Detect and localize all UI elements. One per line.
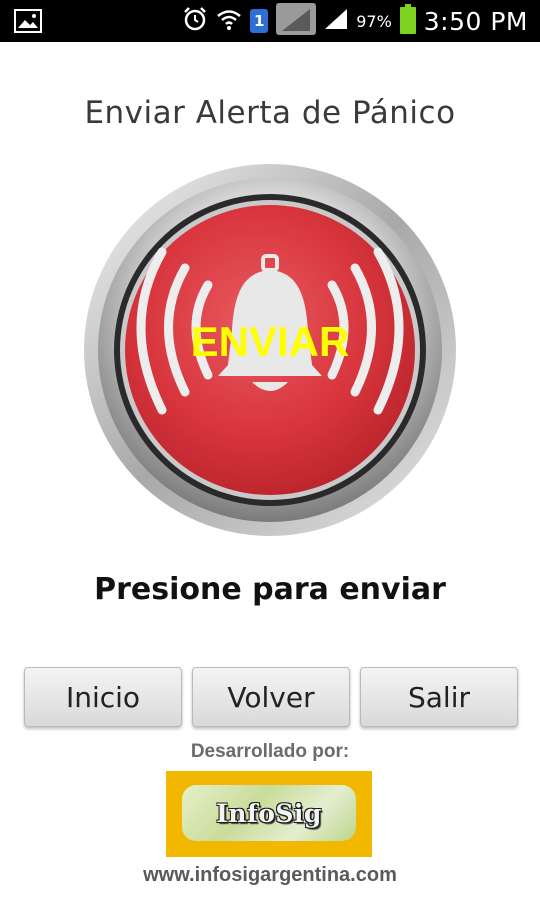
logo-text: InfoSig [216,798,322,828]
page-title: Enviar Alerta de Pánico [84,95,456,131]
battery-percent: 97% [356,11,392,31]
wifi-icon [216,7,242,35]
infosig-logo: InfoSig [166,771,372,857]
sim-icon: 1 [250,9,269,33]
instruction-text: Presione para enviar [94,572,446,607]
developed-by-label: Desarrollado por: [190,741,350,762]
salir-button[interactable]: Salir [360,667,518,727]
inicio-button[interactable]: Inicio [24,667,182,727]
logo-badge: InfoSig [182,785,356,841]
website-link[interactable]: www.infosigargentina.com [0,864,540,887]
alarm-button-label: ENVIAR [190,318,350,365]
clock-time: 3:50 PM [423,6,528,36]
signal-icon [324,8,348,34]
volver-button[interactable]: Volver [192,667,350,727]
panic-alarm-button[interactable]: ENVIAR [80,160,460,540]
image-icon [14,9,42,37]
alarm-clock-icon [182,6,208,36]
status-bar: 1 97% 3:50 PM [0,0,540,42]
battery-icon [399,4,416,38]
signal-icon [276,3,317,39]
